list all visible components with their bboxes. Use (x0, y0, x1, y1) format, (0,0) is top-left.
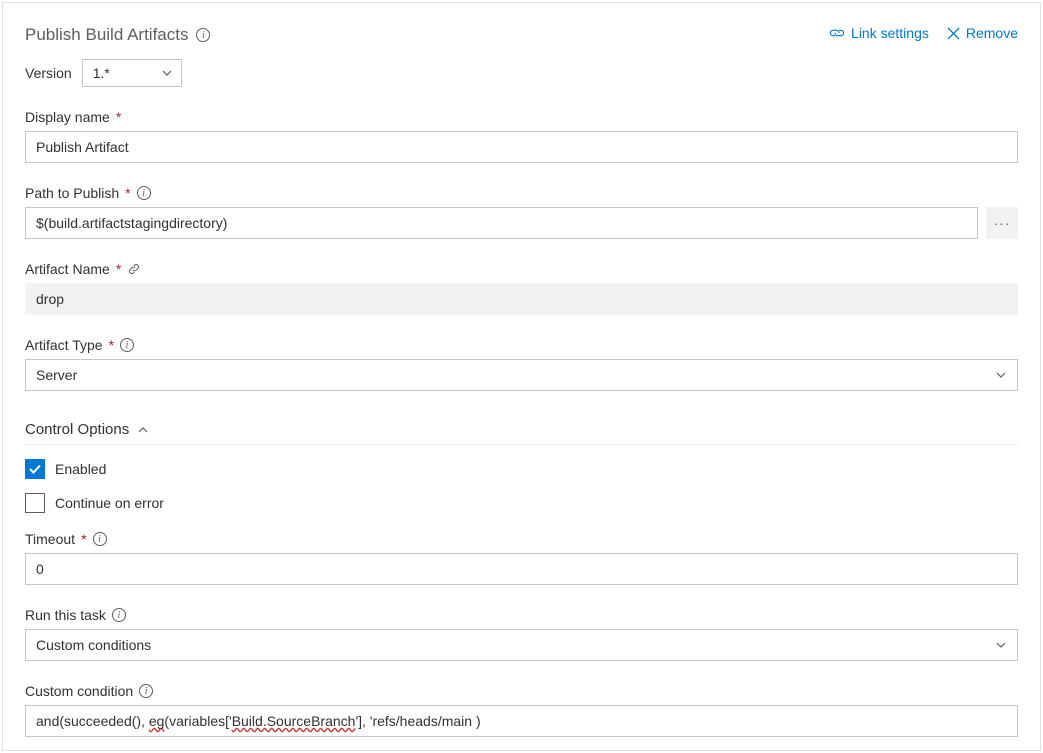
remove-button[interactable]: Remove (947, 25, 1018, 41)
task-settings-panel: Publish Build Artifacts i Link settings … (2, 2, 1041, 751)
browse-path-button[interactable]: ··· (986, 207, 1018, 239)
required-marker: * (109, 337, 114, 353)
enabled-label: Enabled (55, 461, 106, 477)
remove-label: Remove (966, 25, 1018, 41)
info-icon[interactable]: i (196, 28, 210, 42)
required-marker: * (116, 261, 121, 277)
link-icon[interactable] (127, 262, 141, 276)
link-icon (829, 26, 845, 40)
display-name-input[interactable] (25, 131, 1018, 163)
info-icon[interactable]: i (137, 186, 151, 200)
path-to-publish-field: Path to Publish * i ··· (25, 185, 1018, 239)
panel-title: Publish Build Artifacts i (25, 25, 210, 45)
chevron-up-icon (137, 424, 149, 436)
chevron-down-icon (995, 369, 1007, 381)
artifact-name-field: Artifact Name * (25, 261, 1018, 315)
artifact-type-field: Artifact Type * i Server (25, 337, 1018, 391)
artifact-type-value: Server (36, 367, 77, 383)
version-value: 1.* (93, 65, 110, 81)
custom-condition-input[interactable]: and(succeeded(), eg(variables['Build.Sou… (25, 705, 1018, 737)
custom-condition-field: Custom condition i and(succeeded(), eg(v… (25, 683, 1018, 737)
run-this-task-label: Run this task i (25, 607, 1018, 623)
check-icon (28, 462, 42, 476)
header-actions: Link settings Remove (829, 25, 1018, 41)
info-icon[interactable]: i (112, 608, 126, 622)
path-to-publish-label: Path to Publish * i (25, 185, 1018, 201)
required-marker: * (125, 185, 130, 201)
version-row: Version 1.* (25, 59, 1018, 87)
path-input-row: ··· (25, 207, 1018, 239)
spellcheck-squiggle: eg (149, 713, 165, 729)
artifact-name-input[interactable] (25, 283, 1018, 315)
timeout-field: Timeout * i (25, 531, 1018, 585)
artifact-type-select[interactable]: Server (25, 359, 1018, 391)
enabled-row: Enabled (25, 459, 1018, 479)
continue-on-error-row: Continue on error (25, 493, 1018, 513)
header-row: Publish Build Artifacts i Link settings … (25, 25, 1018, 45)
artifact-name-label: Artifact Name * (25, 261, 1018, 277)
artifact-type-label: Artifact Type * i (25, 337, 1018, 353)
enabled-checkbox[interactable] (25, 459, 45, 479)
display-name-field: Display name * (25, 109, 1018, 163)
info-icon[interactable]: i (93, 532, 107, 546)
path-to-publish-input[interactable] (25, 207, 978, 239)
version-label: Version (25, 65, 72, 81)
info-icon[interactable]: i (120, 338, 134, 352)
run-this-task-value: Custom conditions (36, 637, 151, 653)
control-options-label: Control Options (25, 421, 129, 438)
custom-condition-label: Custom condition i (25, 683, 1018, 699)
timeout-input[interactable] (25, 553, 1018, 585)
chevron-down-icon (161, 67, 173, 79)
link-settings-label: Link settings (851, 25, 929, 41)
display-name-label: Display name * (25, 109, 1018, 125)
link-settings-button[interactable]: Link settings (829, 25, 929, 41)
info-icon[interactable]: i (139, 684, 153, 698)
required-marker: * (81, 531, 86, 547)
run-this-task-select[interactable]: Custom conditions (25, 629, 1018, 661)
ellipsis-icon: ··· (994, 215, 1011, 231)
timeout-label: Timeout * i (25, 531, 1018, 547)
run-this-task-field: Run this task i Custom conditions (25, 607, 1018, 661)
control-options-header[interactable]: Control Options (25, 421, 1018, 445)
spellcheck-squiggle: Build.SourceBranch (232, 713, 356, 729)
close-icon (947, 27, 960, 40)
required-marker: * (116, 109, 121, 125)
version-select[interactable]: 1.* (82, 59, 182, 87)
continue-on-error-label: Continue on error (55, 495, 164, 511)
continue-on-error-checkbox[interactable] (25, 493, 45, 513)
chevron-down-icon (995, 639, 1007, 651)
panel-title-text: Publish Build Artifacts (25, 25, 188, 45)
